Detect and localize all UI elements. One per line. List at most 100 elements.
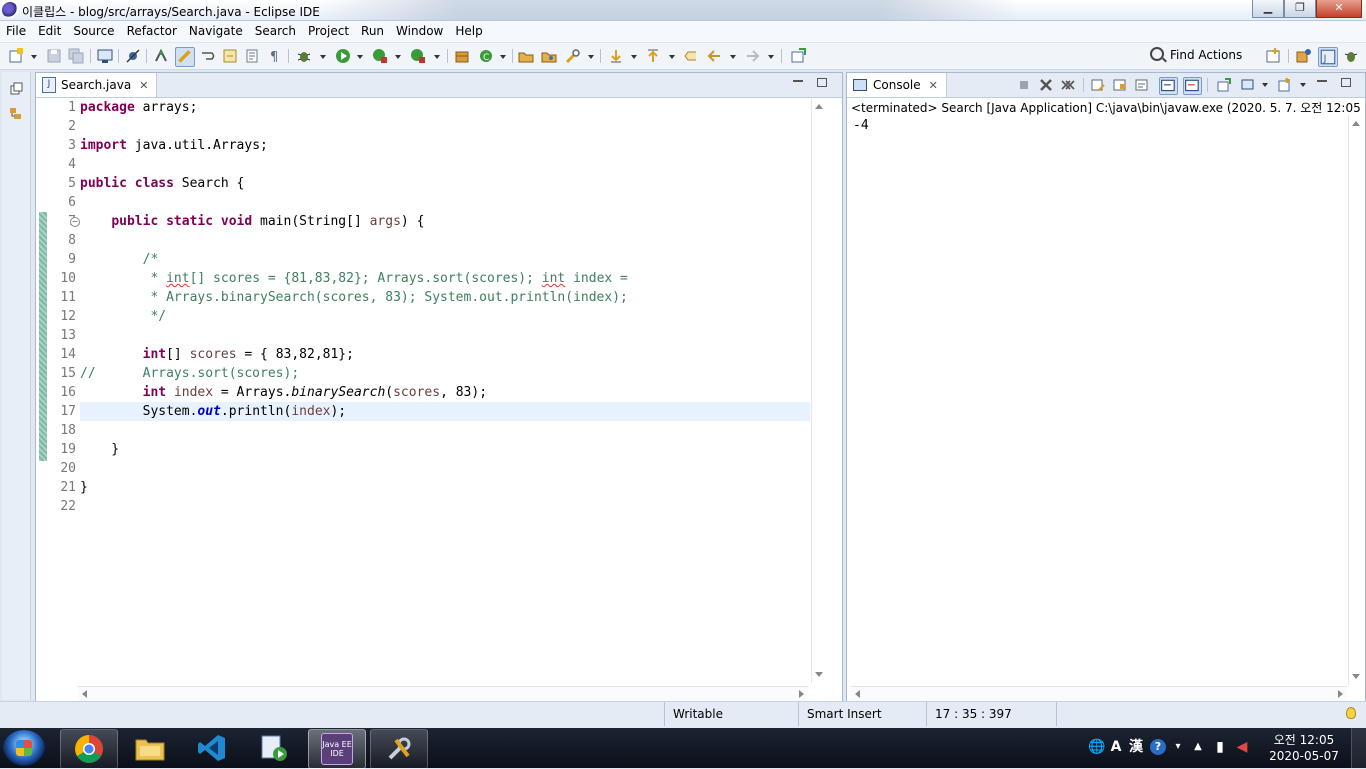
taskbar-vscode[interactable] (184, 729, 240, 767)
new-dropdown-arrow[interactable] (31, 55, 37, 59)
start-button[interactable] (3, 730, 45, 766)
menu-help[interactable]: Help (449, 21, 488, 42)
scroll-down-icon[interactable] (1352, 674, 1360, 679)
tab-search-java[interactable]: J Search.java ✕ (36, 73, 158, 97)
save-all-icon[interactable] (68, 48, 84, 64)
menu-project[interactable]: Project (302, 21, 355, 42)
open-console-menu-icon[interactable] (1278, 78, 1292, 92)
run-dropdown-arrow[interactable] (357, 55, 363, 59)
taskbar-media-app[interactable] (246, 729, 302, 767)
open-console-dropdown-arrow[interactable] (1300, 83, 1306, 87)
minimize-console-icon[interactable] (1317, 80, 1327, 82)
debug-perspective-icon[interactable] (1343, 48, 1359, 64)
pin-console-icon[interactable] (1217, 78, 1231, 92)
show-hidden-icons-icon[interactable]: ▲ (1190, 739, 1206, 755)
new-icon[interactable] (8, 48, 24, 64)
volume-muted-icon[interactable]: ◀ (1234, 739, 1250, 755)
search-tool-icon[interactable] (565, 48, 581, 64)
previous-annotation-dropdown-arrow[interactable] (669, 55, 675, 59)
lightbulb-icon[interactable] (1346, 707, 1356, 719)
ime-hanja-icon[interactable]: 漢 (1128, 739, 1144, 755)
minimize-editor-icon[interactable] (793, 80, 803, 82)
external-tools-dropdown-arrow[interactable] (434, 55, 440, 59)
console-horizontal-scrollbar[interactable] (851, 686, 1347, 701)
code-text-area[interactable]: package arrays; import java.util.Arrays;… (80, 98, 810, 516)
taskbar-tools[interactable] (370, 729, 428, 769)
scroll-right-icon[interactable] (1338, 690, 1343, 698)
block-selection-icon[interactable] (175, 47, 195, 67)
coverage-dropdown-arrow[interactable] (395, 55, 401, 59)
menu-search[interactable]: Search (249, 21, 302, 42)
display-console-dropdown-arrow[interactable] (1262, 83, 1268, 87)
scroll-up-icon[interactable] (1352, 121, 1360, 126)
maximize-editor-icon[interactable] (817, 78, 827, 87)
remove-all-terminated-icon[interactable] (1061, 78, 1075, 92)
toggle-mark-occurrences-icon[interactable] (153, 48, 169, 64)
debug-icon[interactable] (296, 48, 312, 64)
new-java-class-icon[interactable]: C (478, 48, 494, 64)
pin-editor-icon[interactable] (790, 48, 806, 64)
menu-navigate[interactable]: Navigate (183, 21, 249, 42)
close-tab-icon[interactable]: ✕ (139, 79, 148, 92)
restore-view-icon[interactable] (9, 82, 23, 96)
open-task-icon[interactable] (541, 48, 557, 64)
scroll-left-icon[interactable] (855, 690, 860, 698)
package-explorer-icon[interactable] (9, 106, 23, 120)
console-output-text[interactable]: -4 (853, 118, 869, 133)
remove-launch-icon[interactable] (1039, 78, 1053, 92)
window-title-bar[interactable]: 이클립스 - blog/src/arrays/Search.java - Ecl… (0, 0, 1366, 21)
external-tools-icon[interactable] (410, 48, 426, 64)
help-icon[interactable]: ? (1150, 739, 1166, 755)
tab-console[interactable]: Console ✕ (847, 73, 947, 97)
menu-file[interactable]: File (0, 21, 32, 42)
run-icon[interactable] (335, 48, 351, 64)
close-tab-icon[interactable]: ✕ (929, 79, 938, 92)
system-clock[interactable]: 오전 12:05 2020-05-07 (1264, 732, 1344, 764)
taskbar-file-explorer[interactable] (122, 729, 178, 767)
close-window-button[interactable]: ✕ (1316, 0, 1362, 18)
show-source-icon[interactable] (244, 48, 260, 64)
previous-annotation-icon[interactable] (645, 48, 661, 64)
show-whitespace-icon[interactable] (222, 48, 238, 64)
new-java-package-icon[interactable] (454, 48, 470, 64)
save-icon[interactable] (46, 48, 62, 64)
ime-mode-icon[interactable]: A (1108, 739, 1124, 755)
debug-dropdown-arrow[interactable] (320, 55, 326, 59)
new-class-dropdown-arrow[interactable] (500, 55, 506, 59)
scroll-down-icon[interactable] (815, 672, 823, 677)
java-ee-perspective-icon[interactable] (1296, 48, 1312, 64)
open-console-icon[interactable] (97, 48, 113, 64)
network-globe-icon[interactable]: 🌐 (1088, 739, 1105, 755)
find-actions-button[interactable]: Find Actions (1150, 47, 1242, 62)
show-desktop-button[interactable] (1351, 728, 1366, 768)
maximize-button[interactable]: ❐ (1284, 0, 1316, 18)
usb-device-icon[interactable]: ▮ (1212, 739, 1228, 755)
ime-settings-icon[interactable]: ▾ (1170, 739, 1186, 755)
open-perspective-icon[interactable] (1265, 48, 1281, 64)
pilcrow-icon[interactable]: ¶ (266, 48, 282, 64)
next-annotation-icon[interactable] (608, 48, 624, 64)
scroll-left-icon[interactable] (82, 690, 87, 698)
back-icon[interactable] (706, 48, 722, 64)
show-console-on-stderr-icon[interactable] (1183, 77, 1202, 95)
back-dropdown-arrow[interactable] (730, 55, 736, 59)
editor-vertical-scrollbar[interactable] (811, 98, 826, 683)
menu-window[interactable]: Window (390, 21, 449, 42)
editor-horizontal-scrollbar[interactable] (78, 686, 808, 701)
forward-dropdown-arrow[interactable] (768, 55, 774, 59)
maximize-console-icon[interactable] (1341, 78, 1351, 87)
minimize-button[interactable]: ▁ (1252, 0, 1284, 18)
clear-console-icon[interactable] (1091, 78, 1105, 92)
java-perspective-icon[interactable]: J (1318, 47, 1338, 67)
console-vertical-scrollbar[interactable] (1348, 115, 1363, 685)
skip-breakpoints-icon[interactable] (125, 48, 141, 64)
scroll-up-icon[interactable] (815, 104, 823, 109)
forward-icon[interactable] (745, 48, 761, 64)
coverage-icon[interactable] (372, 48, 388, 64)
scroll-lock-icon[interactable] (1113, 78, 1127, 92)
toggle-word-wrap-icon[interactable] (200, 48, 216, 64)
taskbar-chrome[interactable] (60, 729, 118, 769)
fold-collapse-icon[interactable]: − (70, 217, 80, 227)
menu-run[interactable]: Run (355, 21, 390, 42)
last-edit-location-icon[interactable] (683, 48, 699, 64)
